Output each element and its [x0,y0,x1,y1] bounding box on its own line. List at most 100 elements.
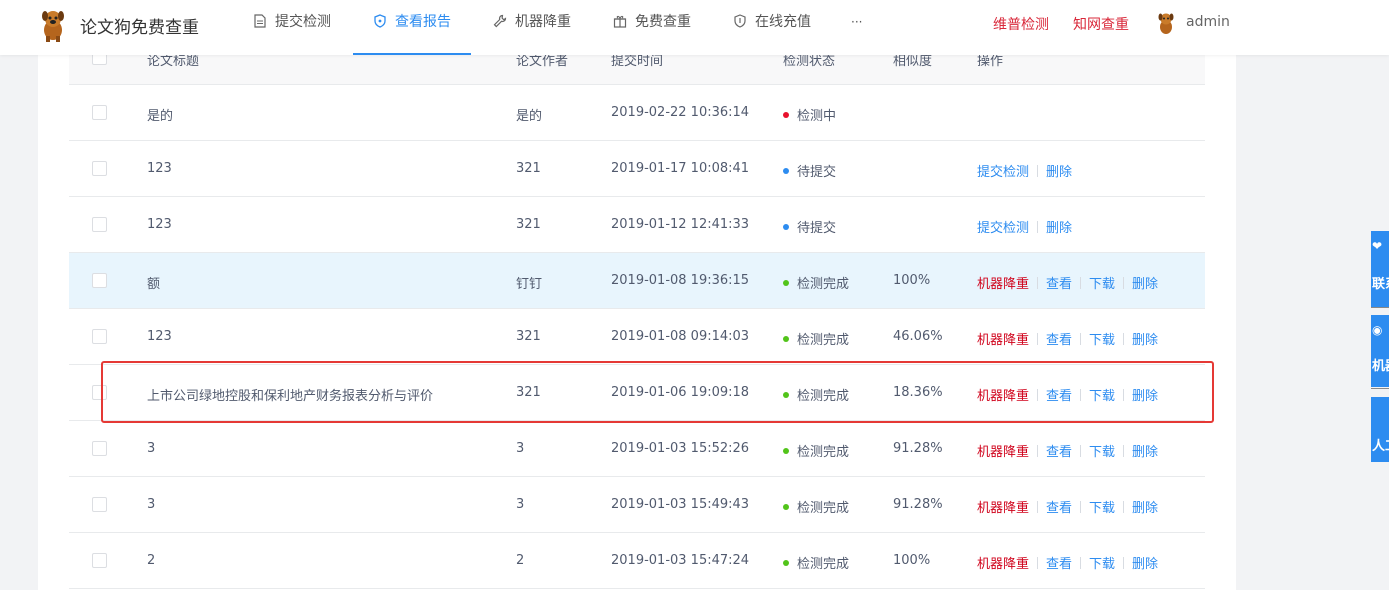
row-checkbox[interactable] [92,161,107,176]
action-separator [1037,165,1039,177]
action-download-link[interactable]: 下载 [1089,333,1115,348]
action-download-link[interactable]: 下载 [1089,557,1115,572]
status-text: 检测完成 [797,557,850,572]
action-download-link[interactable]: 下载 [1089,501,1115,516]
row-checkbox[interactable] [92,105,107,120]
cell-title: 2 [147,553,156,568]
status-text: 待提交 [797,165,837,180]
action-view-link[interactable]: 查看 [1046,333,1072,348]
row-checkbox[interactable] [92,497,107,512]
status-dot [783,280,789,286]
nav-submit-check[interactable]: 提交检测 [253,0,331,55]
nav-free-check[interactable]: 免费查重 [613,0,691,55]
nav-label: 在线充值 [755,14,811,30]
cell-time: 2019-01-03 15:47:24 [611,553,750,568]
action-delete-link[interactable]: 删除 [1132,557,1158,572]
cell-time: 2019-01-17 10:08:41 [611,161,750,176]
cell-author: 321 [516,217,541,232]
report-panel: 论文标题 论文作者 提交时间 检测状态 相似度 操作 是的 是的 2019-02-2… [38,30,1236,590]
cell-status: 检测完成 [783,497,849,516]
action-delete-link[interactable]: 删除 [1132,277,1158,292]
table-row[interactable]: 3 3 2019-01-03 15:52:26 检测完成 91.28% 机器降重 查看 下载 删… [69,421,1205,477]
action-rewrite-link[interactable]: 机器降重 [977,333,1029,348]
avatar[interactable] [1156,11,1176,35]
action-delete-link[interactable]: 删除 [1132,501,1158,516]
cell-title: 3 [147,441,156,456]
cell-status: 检测完成 [783,329,849,348]
cell-status: 检测完成 [783,553,849,572]
username[interactable]: admin [1186,14,1230,30]
cell-similarity: 46.06% [893,329,943,344]
row-checkbox[interactable] [92,273,107,288]
nav-view-report[interactable]: 查看报告 [353,0,471,55]
cell-title: 是的 [147,109,174,124]
side-widget-human[interactable]: 人工 [1371,397,1389,462]
action-rewrite-link[interactable]: 机器降重 [977,445,1029,460]
action-delete-link[interactable]: 删除 [1046,221,1072,236]
table-row[interactable]: 123 321 2019-01-08 09:14:03 检测完成 46.06% 机器降重 查… [69,309,1205,365]
side-widget-contact[interactable]: ❤ 联系 [1371,231,1389,307]
nav-more[interactable]: ··· [851,0,862,55]
status-dot [783,560,789,566]
status-dot [783,112,789,118]
status-dot [783,448,789,454]
cell-author: 321 [516,329,541,344]
nav-label: 免费查重 [635,14,691,30]
cell-time: 2019-01-12 12:41:33 [611,217,750,232]
action-download-link[interactable]: 下载 [1089,277,1115,292]
table-row[interactable]: 3 3 2019-01-03 15:49:43 检测完成 91.28% 机器降重 查看 下载 删… [69,477,1205,533]
action-view-link[interactable]: 查看 [1046,277,1072,292]
nav-label: 查看报告 [395,14,451,30]
link-vip-check[interactable]: 维普检测 [993,14,1049,34]
cell-author: 3 [516,441,525,456]
row-checkbox[interactable] [92,329,107,344]
side-widget-machine[interactable]: ◉ 机器 [1371,315,1389,387]
action-delete-link[interactable]: 删除 [1046,165,1072,180]
cell-status: 检测中 [783,105,836,124]
cell-similarity: 100% [893,273,931,288]
cell-actions: 机器降重 查看 下载 删除 [977,497,1158,516]
cell-author: 2 [516,553,525,568]
action-submit-link[interactable]: 提交检测 [977,221,1029,236]
side-widget-label: 联系 [1372,277,1389,292]
action-separator [1080,501,1082,513]
cell-status: 待提交 [783,161,836,180]
cell-time: 2019-01-08 19:36:15 [611,273,750,288]
cell-time: 2019-01-03 15:49:43 [611,497,750,512]
cell-similarity: 100% [893,553,931,568]
cell-actions: 提交检测 删除 [977,161,1072,180]
action-rewrite-link[interactable]: 机器降重 [977,501,1029,516]
table-row[interactable]: 2 2 2019-01-03 15:47:24 检测完成 100% 机器降重 查看 下载 删除 [69,533,1205,589]
cell-similarity: 91.28% [893,441,943,456]
action-rewrite-link[interactable]: 机器降重 [977,277,1029,292]
action-view-link[interactable]: 查看 [1046,445,1072,460]
table-row[interactable]: 123 321 2019-01-17 10:08:41 待提交 提交检测 删除 [69,141,1205,197]
action-delete-link[interactable]: 删除 [1132,445,1158,460]
status-text: 检测中 [797,109,837,124]
action-submit-link[interactable]: 提交检测 [977,165,1029,180]
brand-title[interactable]: 论文狗免费查重 [80,13,199,38]
action-delete-link[interactable]: 删除 [1132,333,1158,348]
action-view-link[interactable]: 查看 [1046,557,1072,572]
action-separator [1080,557,1082,569]
dog-logo-icon[interactable] [38,8,68,42]
table-row[interactable]: 123 321 2019-01-12 12:41:33 待提交 提交检测 删除 [69,197,1205,253]
status-dot [783,336,789,342]
cell-similarity: 91.28% [893,497,943,512]
table-row[interactable]: 额 钉钉 2019-01-08 19:36:15 检测完成 100% 机器降重 查看 下载 删除 [69,253,1205,309]
table-row[interactable]: 是的 是的 2019-02-22 10:36:14 检测中 [69,85,1205,141]
action-download-link[interactable]: 下载 [1089,445,1115,460]
action-view-link[interactable]: 查看 [1046,501,1072,516]
action-rewrite-link[interactable]: 机器降重 [977,557,1029,572]
action-separator [1037,501,1039,513]
action-separator [1123,277,1125,289]
link-cnki-check[interactable]: 知网查重 [1073,14,1129,34]
nav-machine-rewrite[interactable]: 机器降重 [493,0,571,55]
row-checkbox[interactable] [92,441,107,456]
side-widget-label: 人工 [1372,439,1389,454]
cell-title: 3 [147,497,156,512]
row-checkbox[interactable] [92,217,107,232]
cell-time: 2019-02-22 10:36:14 [611,105,750,120]
nav-recharge[interactable]: 在线充值 [733,0,811,55]
row-checkbox[interactable] [92,553,107,568]
